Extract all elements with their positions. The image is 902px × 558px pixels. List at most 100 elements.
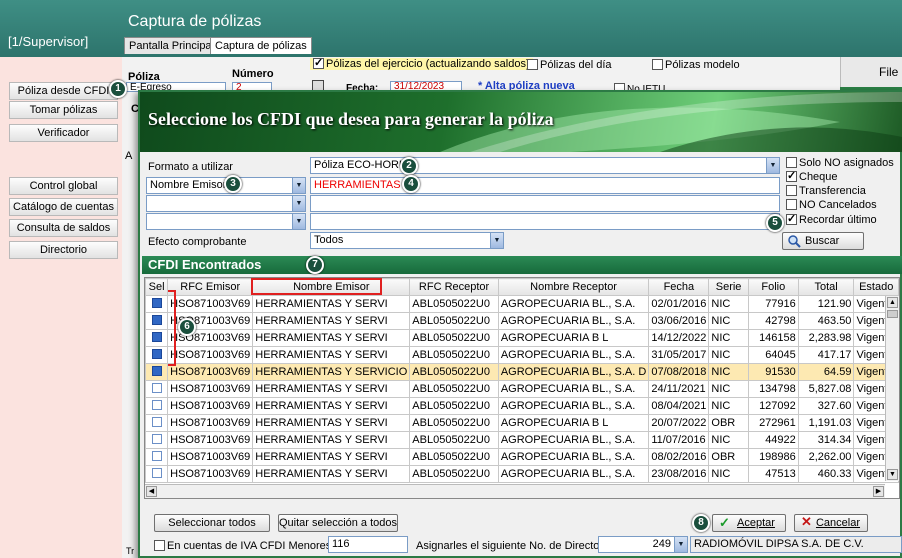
row-select-checkbox[interactable] xyxy=(151,298,162,308)
table-row[interactable]: HSO871003V69 HERRAMIENTAS Y SERVI ABL05050… xyxy=(145,414,899,432)
file-menu-area: File xyxy=(840,57,902,87)
vertical-scrollbar[interactable]: ▲ ▼ xyxy=(885,296,899,481)
formato-select[interactable]: Póliza ECO-HORU ▼ xyxy=(310,157,780,174)
filter3-field-select[interactable]: ▼ xyxy=(146,213,306,230)
scroll-down-icon[interactable]: ▼ xyxy=(887,469,898,480)
row-select-checkbox[interactable] xyxy=(151,451,162,461)
polizas-modelo-checkbox[interactable] xyxy=(652,59,663,70)
scroll-left-icon[interactable]: ◀ xyxy=(146,486,157,497)
option-no-cancelados[interactable]: NO Cancelados xyxy=(786,199,877,211)
chevron-down-icon[interactable]: ▼ xyxy=(292,178,305,193)
scroll-up-icon[interactable]: ▲ xyxy=(887,297,898,308)
row-select-checkbox[interactable] xyxy=(151,332,162,342)
option-cheque[interactable]: Cheque xyxy=(786,169,838,183)
chevron-down-icon[interactable]: ▼ xyxy=(490,233,503,248)
table-row[interactable]: HSO871003V69 HERRAMIENTAS Y SERVI ABL05050… xyxy=(145,312,899,330)
polizas-dia-check[interactable]: Pólizas del día xyxy=(527,59,612,71)
cell-sel[interactable] xyxy=(145,329,169,347)
col-header-estado[interactable]: Estado xyxy=(853,278,899,296)
transferencia-checkbox[interactable] xyxy=(786,185,797,196)
table-row[interactable]: HSO871003V69 HERRAMIENTAS Y SERVI ABL05050… xyxy=(145,397,899,415)
efecto-select[interactable]: Todos ▼ xyxy=(310,232,504,249)
cell-sel[interactable] xyxy=(145,380,169,398)
filter2-value-input[interactable] xyxy=(310,195,780,212)
iva-option[interactable]: En cuentas de IVA CFDI Menores a: xyxy=(154,540,344,552)
option-recordar-ultimo[interactable]: Recordar último xyxy=(786,212,877,226)
solo-no-asignados-checkbox[interactable] xyxy=(786,157,797,168)
chevron-down-icon[interactable]: ▼ xyxy=(292,214,305,229)
horizontal-scrollbar[interactable]: ◀ ▶ xyxy=(145,484,885,498)
row-select-checkbox[interactable] xyxy=(151,417,162,427)
cell-sel[interactable] xyxy=(145,465,169,483)
cell-sel[interactable] xyxy=(145,295,169,313)
polizas-modelo-check[interactable]: Pólizas modelo xyxy=(652,59,740,71)
cell-sel[interactable] xyxy=(145,414,169,432)
cell-sel[interactable] xyxy=(145,431,169,449)
option-solo-no-asignados[interactable]: Solo NO asignados xyxy=(786,157,894,169)
chevron-down-icon[interactable]: ▼ xyxy=(674,537,687,552)
filter3-value-input[interactable] xyxy=(310,213,780,230)
recordar-ultimo-checkbox[interactable] xyxy=(786,212,797,225)
chevron-down-icon[interactable]: ▼ xyxy=(766,158,779,173)
col-header-sel[interactable]: Sel xyxy=(145,278,169,296)
table-row[interactable]: HSO871003V69 HERRAMIENTAS Y SERVI ABL05050… xyxy=(145,329,899,347)
col-header-rfc-emisor[interactable]: RFC Emisor xyxy=(167,278,254,296)
row-select-checkbox[interactable] xyxy=(151,315,162,325)
table-row[interactable]: HSO871003V69 HERRAMIENTAS Y SERVI ABL05050… xyxy=(145,431,899,449)
polizas-ejercicio-check[interactable]: Pólizas del ejercicio (actualizando sald… xyxy=(310,56,533,70)
col-header-nombre-receptor[interactable]: Nombre Receptor xyxy=(497,278,650,296)
sidebar-item-directorio[interactable]: Directorio xyxy=(9,241,118,259)
col-header-rfc-receptor[interactable]: RFC Receptor xyxy=(409,278,499,296)
table-row[interactable]: HSO871003V69 HERRAMIENTAS Y SERVI ABL05050… xyxy=(145,346,899,364)
col-header-folio[interactable]: Folio xyxy=(747,278,799,296)
tab-captura-polizas[interactable]: Captura de pólizas xyxy=(210,37,312,54)
tab-pantalla-principal[interactable]: Pantalla Principal xyxy=(124,37,219,54)
aceptar-button[interactable]: ✓ Aceptar xyxy=(712,514,786,532)
filter1-value-input[interactable]: HERRAMIENTAS xyxy=(310,177,780,194)
sidebar-item-control-global[interactable]: Control global xyxy=(9,177,118,195)
cancelar-button[interactable]: ✕ Cancelar xyxy=(794,514,868,532)
option-transferencia[interactable]: Transferencia xyxy=(786,185,866,197)
no-cancelados-checkbox[interactable] xyxy=(786,199,797,210)
cheque-checkbox[interactable] xyxy=(786,169,797,182)
row-select-checkbox[interactable] xyxy=(151,366,162,376)
polizas-ejercicio-checkbox[interactable] xyxy=(313,56,324,69)
iva-amount-input[interactable]: 116 xyxy=(328,536,408,553)
row-select-checkbox[interactable] xyxy=(151,434,162,444)
sidebar-item-tomar-polizas[interactable]: Tomar pólizas xyxy=(9,101,118,119)
sidebar: Póliza desde CFDI Tomar pólizas Verifica… xyxy=(0,57,122,558)
buscar-button[interactable]: Buscar xyxy=(782,232,864,250)
sidebar-item-catalogo-cuentas[interactable]: Catálogo de cuentas xyxy=(9,198,118,216)
file-menu[interactable]: File xyxy=(879,65,898,79)
table-row[interactable]: HSO871003V69 HERRAMIENTAS Y SERVICIO ABL05… xyxy=(145,363,899,381)
col-header-fecha[interactable]: Fecha xyxy=(648,278,710,296)
row-select-checkbox[interactable] xyxy=(151,349,162,359)
cell-sel[interactable] xyxy=(145,448,169,466)
table-row[interactable]: HSO871003V69 HERRAMIENTAS Y SERVI ABL05050… xyxy=(145,448,899,466)
table-row[interactable]: HSO871003V69 HERRAMIENTAS Y SERVI ABL05050… xyxy=(145,465,899,483)
sidebar-item-poliza-desde-cfdi[interactable]: Póliza desde CFDI xyxy=(9,82,118,100)
seleccionar-todos-button[interactable]: Seleccionar todos xyxy=(154,514,270,532)
table-row[interactable]: HSO871003V69 HERRAMIENTAS Y SERVI ABL05050… xyxy=(145,380,899,398)
cell-serie: OBR xyxy=(708,448,749,466)
table-row[interactable]: HSO871003V69 HERRAMIENTAS Y SERVI ABL05050… xyxy=(145,295,899,313)
col-header-total[interactable]: Total xyxy=(797,278,855,296)
scroll-right-icon[interactable]: ▶ xyxy=(873,486,884,497)
quitar-seleccion-button[interactable]: Quitar selección a todos xyxy=(278,514,398,532)
scroll-thumb[interactable] xyxy=(887,310,898,318)
filter2-field-select[interactable]: ▼ xyxy=(146,195,306,212)
polizas-dia-checkbox[interactable] xyxy=(527,59,538,70)
row-select-checkbox[interactable] xyxy=(151,383,162,393)
directorio-number-select[interactable]: 249 ▼ xyxy=(598,536,688,553)
row-select-checkbox[interactable] xyxy=(151,468,162,478)
row-select-checkbox[interactable] xyxy=(151,400,162,410)
cell-sel[interactable] xyxy=(145,346,169,364)
col-header-serie[interactable]: Serie xyxy=(708,278,749,296)
cell-sel[interactable] xyxy=(145,363,169,381)
iva-checkbox[interactable] xyxy=(154,540,165,551)
cell-sel[interactable] xyxy=(145,397,169,415)
chevron-down-icon[interactable]: ▼ xyxy=(292,196,305,211)
cell-sel[interactable] xyxy=(145,312,169,330)
sidebar-item-consulta-saldos[interactable]: Consulta de saldos xyxy=(9,219,118,237)
sidebar-item-verificador[interactable]: Verificador xyxy=(9,124,118,142)
